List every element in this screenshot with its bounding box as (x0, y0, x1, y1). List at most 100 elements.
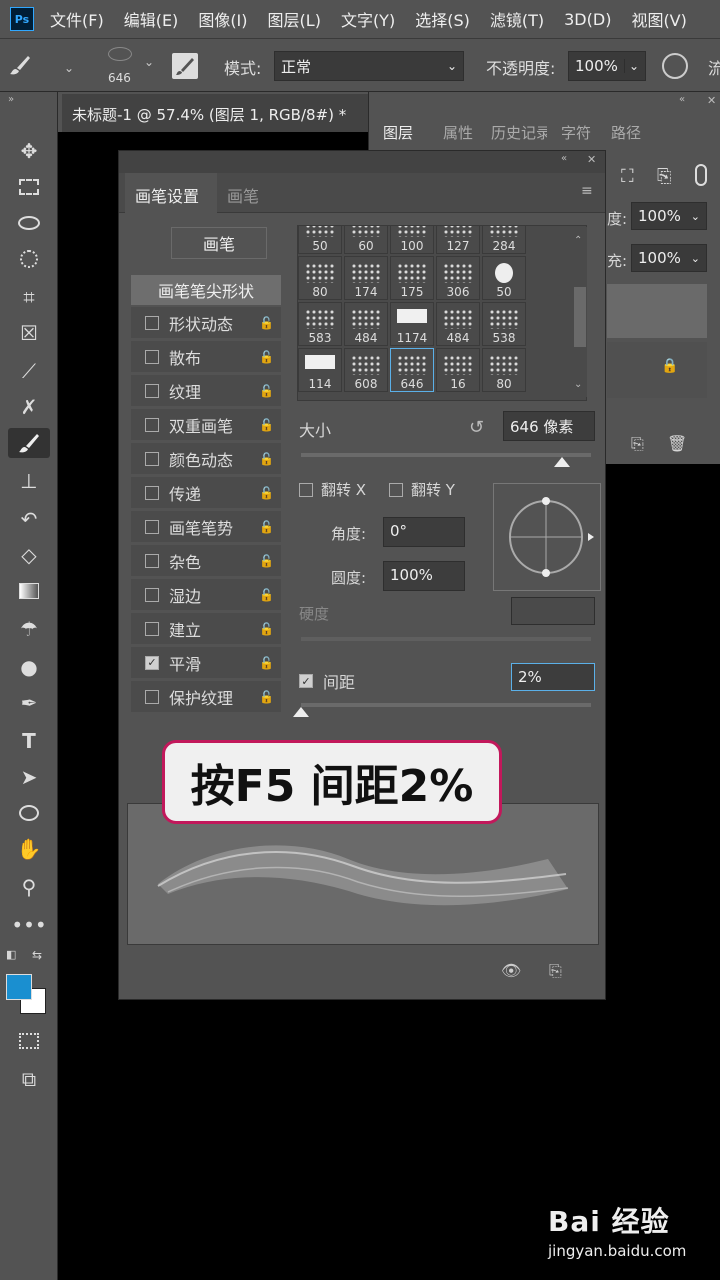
more-tools-icon[interactable]: ••• (11, 910, 46, 940)
menu-edit[interactable]: 编辑(E) (124, 7, 179, 31)
layer-thumbnail[interactable] (607, 284, 707, 338)
marquee-tool-icon[interactable] (14, 172, 44, 202)
option-checkbox[interactable] (145, 349, 159, 364)
menu-type[interactable]: 文字(Y) (341, 7, 395, 31)
brush-tip-cell[interactable]: 16 (436, 348, 480, 392)
collapse-icon[interactable]: « (679, 94, 685, 105)
scroll-thumb[interactable] (574, 287, 586, 347)
option-checkbox[interactable] (145, 553, 159, 568)
brush-tip-cell[interactable]: 100 (390, 226, 434, 254)
chevron-down-icon[interactable]: ⌄ (144, 55, 154, 69)
brush-tip-cell[interactable]: 174 (344, 256, 388, 300)
brush-option-row[interactable]: 传递 🔓 (131, 477, 281, 509)
close-icon[interactable]: ✕ (707, 94, 716, 107)
healing-brush-tool-icon[interactable]: ✗ (14, 392, 44, 422)
menu-3d[interactable]: 3D(D) (564, 10, 611, 29)
layer-fill-input[interactable]: 100% ⌄ (631, 244, 707, 272)
panel-menu-icon[interactable]: ≡ (581, 183, 593, 199)
eyedropper-tool-icon[interactable]: ⟋ (14, 356, 44, 386)
ellipse-tool-icon[interactable] (14, 798, 44, 828)
tab-properties[interactable]: 属性 (443, 122, 473, 143)
spacing-input[interactable]: 2% (511, 663, 595, 691)
new-group-icon[interactable]: ⎘ (631, 434, 644, 454)
brush-tool-icon[interactable] (8, 53, 32, 77)
layer-row[interactable] (607, 342, 707, 398)
brush-option-row[interactable]: 形状动态 🔓 (131, 307, 281, 339)
pen-tool-icon[interactable]: ✒ (14, 688, 44, 718)
frame-tool-icon[interactable]: ☒ (14, 318, 44, 348)
artboard-icon[interactable]: ⎘ (657, 166, 671, 187)
lock-icon[interactable]: 🔓 (259, 622, 274, 636)
type-tool-icon[interactable]: T (14, 726, 44, 756)
menu-image[interactable]: 图像(I) (198, 7, 247, 31)
opacity-input[interactable]: 100% ⌄ (568, 51, 646, 81)
option-checkbox[interactable] (145, 519, 159, 534)
foreground-color-swatch[interactable] (6, 974, 32, 1000)
visibility-icon[interactable]: 👁 (501, 961, 521, 980)
collapse-icon[interactable]: « (561, 153, 567, 164)
eraser-tool-icon[interactable]: ◇ (14, 540, 44, 570)
option-checkbox[interactable] (145, 621, 159, 636)
size-input[interactable]: 646 像素 (503, 411, 595, 441)
brush-tip-cell[interactable]: 50 (482, 256, 526, 300)
lock-icon[interactable]: 🔓 (259, 588, 274, 602)
lock-icon[interactable]: 🔓 (259, 418, 274, 432)
brush-option-row[interactable]: 保护纹理 🔓 (131, 681, 281, 713)
lock-icon[interactable]: 🔓 (259, 384, 274, 398)
brush-tip-cell[interactable]: 1174 (390, 302, 434, 346)
new-brush-icon[interactable]: ⎘ (549, 961, 562, 981)
size-slider-thumb[interactable] (554, 457, 570, 467)
hand-tool-icon[interactable]: ✋ (14, 834, 44, 864)
quick-mask-icon[interactable] (14, 1026, 44, 1056)
menu-select[interactable]: 选择(S) (415, 7, 470, 31)
flip-x-checkbox[interactable] (299, 482, 313, 497)
quick-select-tool-icon[interactable] (14, 244, 44, 274)
menu-file[interactable]: 文件(F) (50, 7, 104, 31)
brush-option-row[interactable]: 湿边 🔓 (131, 579, 281, 611)
lock-icon[interactable]: 🔓 (259, 520, 274, 534)
crop-tool-icon[interactable]: ⌗ (14, 282, 44, 312)
brush-tip-cell[interactable]: 175 (390, 256, 434, 300)
layer-opacity-input[interactable]: 100% ⌄ (631, 202, 707, 230)
brush-tip-grid[interactable]: 50 60 100 127 284 80 174 175 306 50 583 484 1174 484 5… (297, 225, 587, 401)
lock-icon[interactable]: 🔓 (259, 452, 274, 466)
stamp-tool-icon[interactable]: ⊥ (14, 466, 44, 496)
default-colors-icon[interactable]: ◧ (6, 948, 20, 962)
angle-input[interactable]: 0° (383, 517, 465, 547)
tab-history[interactable]: 历史记录 (491, 122, 547, 143)
dodge-tool-icon[interactable]: ● (14, 652, 44, 682)
option-checkbox[interactable] (145, 417, 159, 432)
reset-size-icon[interactable]: ↺ (469, 417, 484, 438)
path-select-tool-icon[interactable]: ➤ (14, 762, 44, 792)
lock-icon[interactable]: 🔓 (259, 554, 274, 568)
brush-tip-cell[interactable]: 80 (482, 348, 526, 392)
menu-layer[interactable]: 图层(L) (268, 7, 321, 31)
lock-icon[interactable]: 🔓 (259, 690, 274, 704)
brush-tip-cell[interactable]: 114 (298, 348, 342, 392)
lock-icon[interactable]: 🔓 (259, 316, 274, 330)
lasso-tool-icon[interactable] (14, 208, 44, 238)
transform-icon[interactable]: ⛶ (621, 166, 634, 187)
roundness-input[interactable]: 100% (383, 561, 465, 591)
lock-icon[interactable]: 🔓 (259, 656, 274, 670)
brush-tip-cell[interactable]: 80 (298, 256, 342, 300)
option-checkbox[interactable] (145, 451, 159, 466)
brush-tip-shape-item[interactable]: 画笔笔尖形状 (131, 275, 281, 305)
history-brush-tool-icon[interactable]: ↶ (14, 504, 44, 534)
zoom-tool-icon[interactable]: ⚲ (14, 872, 44, 902)
chevron-up-icon[interactable]: ⌃ (574, 235, 582, 246)
collapse-icon[interactable]: » (8, 94, 14, 105)
lock-icon[interactable]: 🔓 (259, 486, 274, 500)
brush-tip-cell[interactable]: 127 (436, 226, 480, 254)
tab-brush-settings[interactable]: 画笔设置 (135, 183, 199, 207)
menu-filter[interactable]: 滤镜(T) (490, 7, 544, 31)
screen-mode-icon[interactable]: ⧉ (14, 1064, 44, 1094)
gradient-tool-icon[interactable] (14, 576, 44, 606)
chevron-down-icon[interactable]: ⌄ (574, 379, 582, 390)
brush-tip-cell[interactable]: 60 (344, 226, 388, 254)
grid-scrollbar[interactable]: ⌃ ⌄ (573, 227, 587, 397)
swap-colors-icon[interactable]: ⇆ (32, 948, 46, 962)
brush-option-row[interactable]: 散布 🔓 (131, 341, 281, 373)
spacing-slider[interactable] (301, 703, 591, 707)
option-checkbox[interactable] (145, 315, 159, 330)
